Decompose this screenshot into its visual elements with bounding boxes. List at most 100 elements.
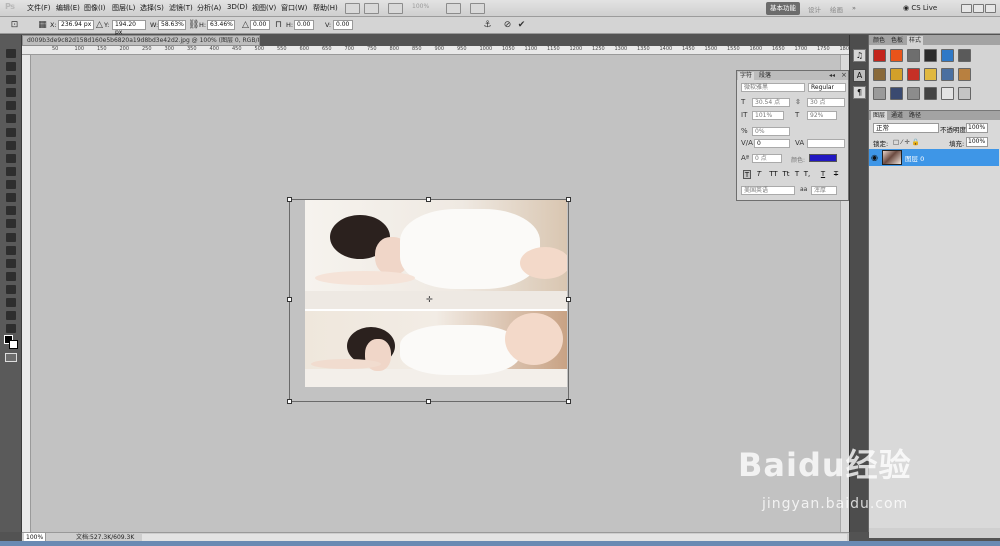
transform-handle-r[interactable] [566,297,571,302]
style-swatch[interactable] [941,87,954,100]
hand-tool-icon[interactable] [6,311,16,320]
style-swatch[interactable] [873,87,886,100]
3d-rotate-tool-icon[interactable] [6,285,16,294]
crop-tool-icon[interactable] [6,101,16,110]
zoom-level[interactable]: 100% [412,3,434,14]
marquee-tool-icon[interactable] [6,62,16,71]
document-tab[interactable]: d009b3de9c82d158d160e5b6820a19d8bd3e42d2… [22,35,260,46]
font-family-select[interactable]: 微软雅黑 [741,83,805,92]
language-select[interactable]: 美国英语 [741,186,795,195]
menu-view[interactable]: 视图(V) [252,3,276,13]
h-field[interactable]: 63.46% [207,20,235,30]
eraser-tool-icon[interactable] [6,180,16,189]
style-swatch[interactable] [907,87,920,100]
transform-center-icon[interactable]: ✛ [426,296,433,304]
dodge-tool-icon[interactable] [6,219,16,228]
style-swatch[interactable] [890,68,903,81]
brush-tool-icon[interactable] [6,141,16,150]
x-field[interactable]: 236.94 px [58,20,94,30]
tab-styles[interactable]: 样式 [907,36,924,45]
move-tool-icon[interactable] [6,49,16,58]
menu-window[interactable]: 窗口(W) [281,3,307,13]
background-color-icon[interactable] [9,340,18,349]
rotate-field[interactable]: 0.00 [250,20,270,30]
arrange-documents-icon[interactable] [446,3,461,14]
type-tool-icon[interactable] [6,246,16,255]
faux-italic-button[interactable]: T [755,170,763,179]
layer-name[interactable]: 图层 0 [905,153,924,163]
shape-tool-icon[interactable] [6,272,16,281]
transform-handle-tr[interactable] [566,197,571,202]
kerning-field[interactable]: 0 [754,139,790,148]
style-swatch[interactable] [907,68,920,81]
superscript-button[interactable]: T [793,170,801,179]
workspace-essentials-button[interactable]: 基本功能 [766,2,800,15]
eyedropper-tool-icon[interactable] [6,114,16,123]
vertical-scale-field[interactable]: 101% [752,111,784,120]
move-tool-icon[interactable]: ⊡ [9,20,20,31]
menu-select[interactable]: 选择(S) [140,3,164,13]
strikethrough-button[interactable]: T [832,170,840,179]
transform-handle-bl[interactable] [287,399,292,404]
panel-close-icon[interactable]: × [841,71,847,79]
panel-collapse-icon[interactable]: ◂◂ [829,72,835,79]
healing-brush-tool-icon[interactable] [6,128,16,137]
menu-edit[interactable]: 编辑(E) [56,3,80,13]
cs-live-button[interactable]: ◉ CS Live [903,2,943,15]
tab-swatches[interactable]: 色板 [889,36,905,45]
layers-footer-buttons[interactable] [869,528,1000,538]
antialias-select[interactable]: 浑厚 [811,186,837,195]
fill-field[interactable]: 100% [966,137,988,147]
tab-layers[interactable]: 图层 [871,111,888,120]
tracking-field[interactable] [807,139,845,148]
style-swatch[interactable] [873,68,886,81]
zoom-tool-icon[interactable] [6,324,16,333]
text-color-swatch[interactable] [809,154,837,162]
workspace-painting-button[interactable]: 绘画 [830,4,843,14]
character-panel-icon[interactable]: A [853,69,866,82]
horizontal-scale-field[interactable]: 92% [807,111,837,120]
faux-bold-button[interactable]: T [743,170,751,179]
font-size-field[interactable]: 30.54 点 [752,98,790,107]
tab-paragraph[interactable]: 段落 [757,72,773,80]
blur-tool-icon[interactable] [6,206,16,215]
reference-point-icon[interactable]: ▦ [37,20,48,31]
workspace-more-icon[interactable]: » [852,4,856,12]
small-caps-button[interactable]: Tt [781,170,791,179]
style-swatch[interactable] [958,68,971,81]
layer-row[interactable]: ◉ 图层 0 [869,149,999,166]
vskew-field[interactable]: 0.00 [333,20,353,30]
lock-icons[interactable]: □ ⁄ ✛ 🔒 [893,138,920,146]
transform-handle-b[interactable] [426,399,431,404]
cancel-transform-icon[interactable]: ⊘ [502,20,513,31]
baseline-field[interactable]: 0 点 [752,154,782,163]
restore-button[interactable] [973,4,984,13]
menu-analysis[interactable]: 分析(A) [197,3,221,13]
menu-image[interactable]: 图像(I) [84,3,106,13]
style-swatch[interactable] [958,87,971,100]
underline-button[interactable]: T [819,170,827,179]
blend-mode-select[interactable]: 正常 [873,123,939,133]
style-swatch[interactable] [924,87,937,100]
style-swatch[interactable] [924,49,937,62]
commit-transform-icon[interactable]: ✔ [516,20,527,31]
opacity-field[interactable]: 100% [966,123,988,133]
workspace-design-button[interactable]: 设计 [808,4,821,14]
screen-mode-icon[interactable] [470,3,485,14]
subscript-button[interactable]: T, [803,170,811,179]
tab-character[interactable]: 字符 [738,72,755,80]
hskew-field[interactable]: 0.00 [294,20,314,30]
w-field[interactable]: 58.63% [158,20,186,30]
tracking-pct-field[interactable]: 0% [752,127,790,136]
tab-color[interactable]: 颜色 [871,36,887,45]
transform-handle-t[interactable] [426,197,431,202]
pen-tool-icon[interactable] [6,233,16,242]
style-swatch[interactable] [958,49,971,62]
view-extras-icon[interactable] [388,3,403,14]
style-swatch[interactable] [907,49,920,62]
transform-handle-br[interactable] [566,399,571,404]
lasso-tool-icon[interactable] [6,75,16,84]
menu-layer[interactable]: 图层(L) [112,3,135,13]
transform-handle-tl[interactable] [287,197,292,202]
all-caps-button[interactable]: TT [768,170,779,179]
